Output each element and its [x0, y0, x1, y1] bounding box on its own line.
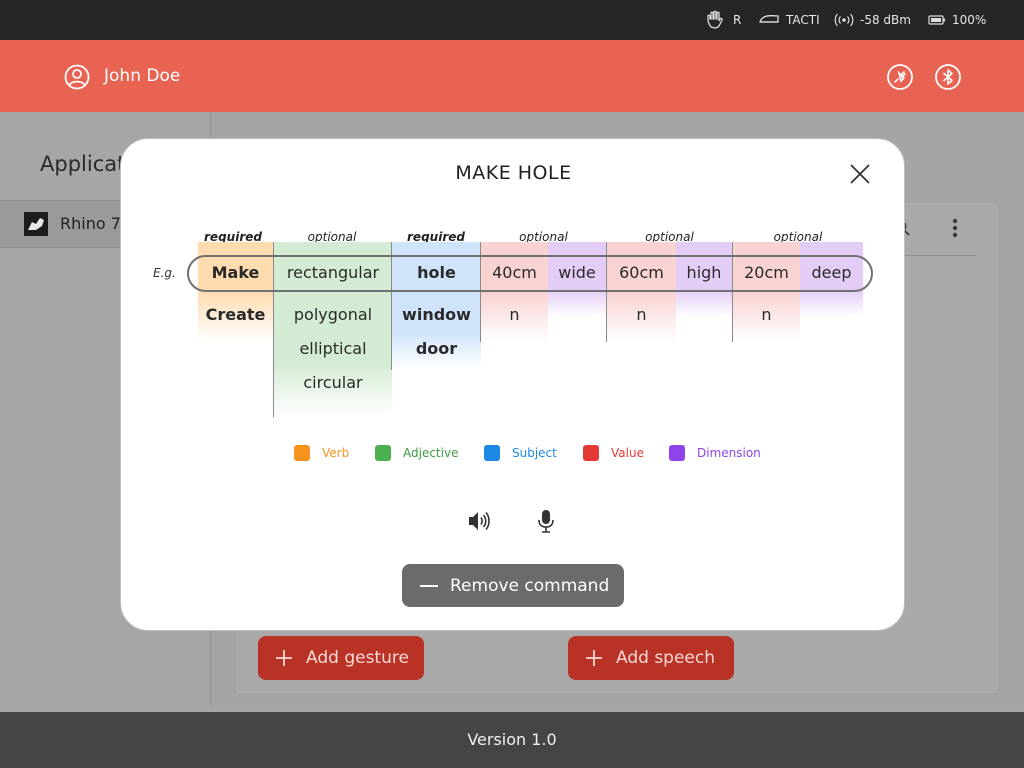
legend-item-adjective: Adjective — [375, 444, 458, 462]
dimension-column: high — [676, 242, 732, 317]
minus-icon — [420, 584, 438, 587]
example-word-dimension: deep — [811, 262, 852, 282]
plus-icon — [586, 650, 602, 666]
command-dialog: MAKE HOLE E.g. required optional require… — [120, 138, 905, 631]
microphone-icon[interactable] — [534, 508, 558, 534]
option-value: n — [509, 304, 520, 324]
option-adjective: polygonal — [293, 304, 373, 324]
signal-icon — [834, 0, 854, 40]
option-adjective: circular — [303, 372, 363, 392]
value-column: 60cm n — [606, 242, 676, 342]
example-word-value: 60cm — [619, 262, 664, 282]
signal-label: -58 dBm — [860, 13, 911, 27]
rhino-icon — [24, 212, 48, 236]
example-label: E.g. — [153, 266, 176, 280]
user-icon[interactable] — [64, 64, 90, 90]
sidebar-item-label: Rhino 7 — [60, 214, 121, 233]
app-header: John Doe — [0, 40, 1024, 112]
value-column: 20cm n — [732, 242, 800, 342]
example-word-verb: Make — [211, 262, 260, 282]
hand-side-label: R — [733, 13, 742, 27]
option-subject: door — [415, 338, 458, 358]
verb-column: Make Create — [198, 242, 273, 342]
legend-swatch — [484, 445, 500, 461]
remove-command-label: Remove command — [450, 575, 610, 596]
user-name[interactable]: John Doe — [104, 64, 180, 88]
example-word-value: 40cm — [492, 262, 537, 282]
adjective-column: rectangular polygonal elliptical circula… — [273, 242, 392, 417]
device-label: TACTI — [786, 13, 820, 27]
footer: Version 1.0 — [0, 712, 1024, 768]
legend-swatch — [294, 445, 310, 461]
option-value: n — [761, 304, 772, 324]
legend-label: Value — [611, 446, 644, 460]
example-word-dimension: high — [686, 262, 722, 282]
example-word-value: 20cm — [744, 262, 789, 282]
legend-label: Verb — [322, 446, 350, 460]
legend-item-dimension: Dimension — [669, 444, 761, 462]
legend-label: Adjective — [403, 446, 459, 460]
legend-swatch — [375, 445, 391, 461]
option-subject: window — [402, 304, 471, 324]
dialog-title: MAKE HOLE — [455, 162, 572, 184]
battery-label: 100% — [952, 13, 987, 27]
dimension-column: deep — [800, 242, 863, 317]
more-options-icon[interactable] — [940, 214, 970, 244]
legend-label: Dimension — [697, 446, 761, 460]
plug-icon[interactable] — [886, 63, 914, 91]
example-word-dimension: wide — [558, 262, 596, 282]
speaker-icon[interactable] — [466, 508, 490, 534]
option-adjective: elliptical — [299, 338, 367, 358]
add-gesture-label: Add gesture — [306, 648, 409, 668]
status-bar: R TACTI -58 dBm 100% — [0, 0, 1024, 40]
device-icon — [758, 0, 780, 40]
add-gesture-button[interactable]: Add gesture — [258, 636, 424, 680]
add-speech-button[interactable]: Add speech — [568, 636, 734, 680]
plus-icon — [276, 650, 292, 666]
dimension-column: wide — [548, 242, 606, 317]
hand-icon — [705, 0, 725, 40]
version-label: Version 1.0 — [467, 730, 557, 749]
bluetooth-icon[interactable] — [934, 63, 962, 91]
example-word-adjective: rectangular — [286, 262, 380, 282]
legend-item-value: Value — [583, 444, 644, 462]
value-column: 40cm n — [480, 242, 548, 342]
legend-item-verb: Verb — [294, 444, 349, 462]
legend-swatch — [583, 445, 599, 461]
battery-icon — [928, 0, 946, 40]
example-word-subject: hole — [417, 262, 456, 282]
remove-command-button[interactable]: Remove command — [402, 564, 624, 607]
legend-item-subject: Subject — [484, 444, 557, 462]
add-speech-label: Add speech — [616, 648, 716, 668]
close-icon[interactable] — [847, 161, 873, 187]
legend-swatch — [669, 445, 685, 461]
legend-label: Subject — [512, 446, 557, 460]
option-verb: Create — [205, 304, 266, 324]
option-value: n — [636, 304, 647, 324]
subject-column: hole window door — [391, 242, 481, 370]
